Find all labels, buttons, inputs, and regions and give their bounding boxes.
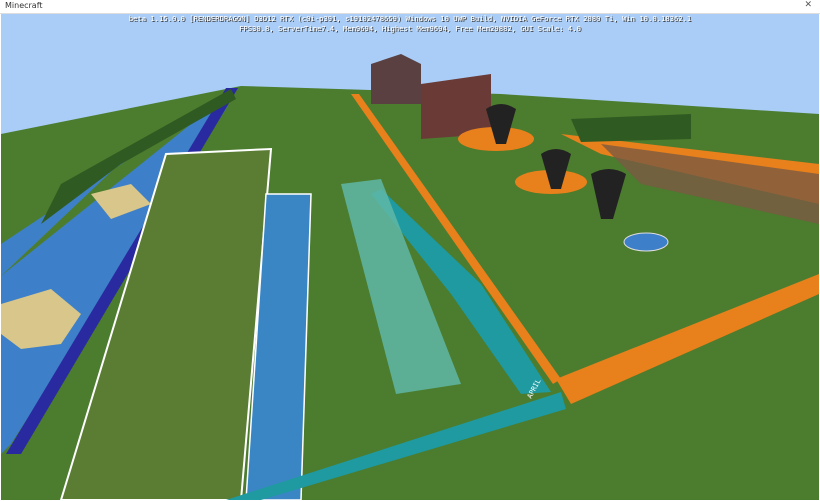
castle: [371, 54, 421, 104]
world-scene: APRIL: [1, 14, 819, 500]
game-viewport[interactable]: APRIL beta 1.15.0.0 [RENDERDRAGON] D3D12…: [1, 14, 819, 500]
debug-line-1: beta 1.15.0.0 [RENDERDRAGON] D3D12 RTX (…: [128, 14, 692, 23]
window-title: Minecraft: [5, 1, 43, 10]
close-icon[interactable]: ✕: [804, 0, 812, 10]
debug-overlay: beta 1.15.0.0 [RENDERDRAGON] D3D12 RTX (…: [1, 14, 819, 34]
fountain: [623, 232, 669, 252]
debug-line-2: FPS30.8, ServerTime7.4, Mem9694, Highest…: [239, 24, 581, 33]
window-titlebar: Minecraft ✕: [0, 0, 820, 14]
